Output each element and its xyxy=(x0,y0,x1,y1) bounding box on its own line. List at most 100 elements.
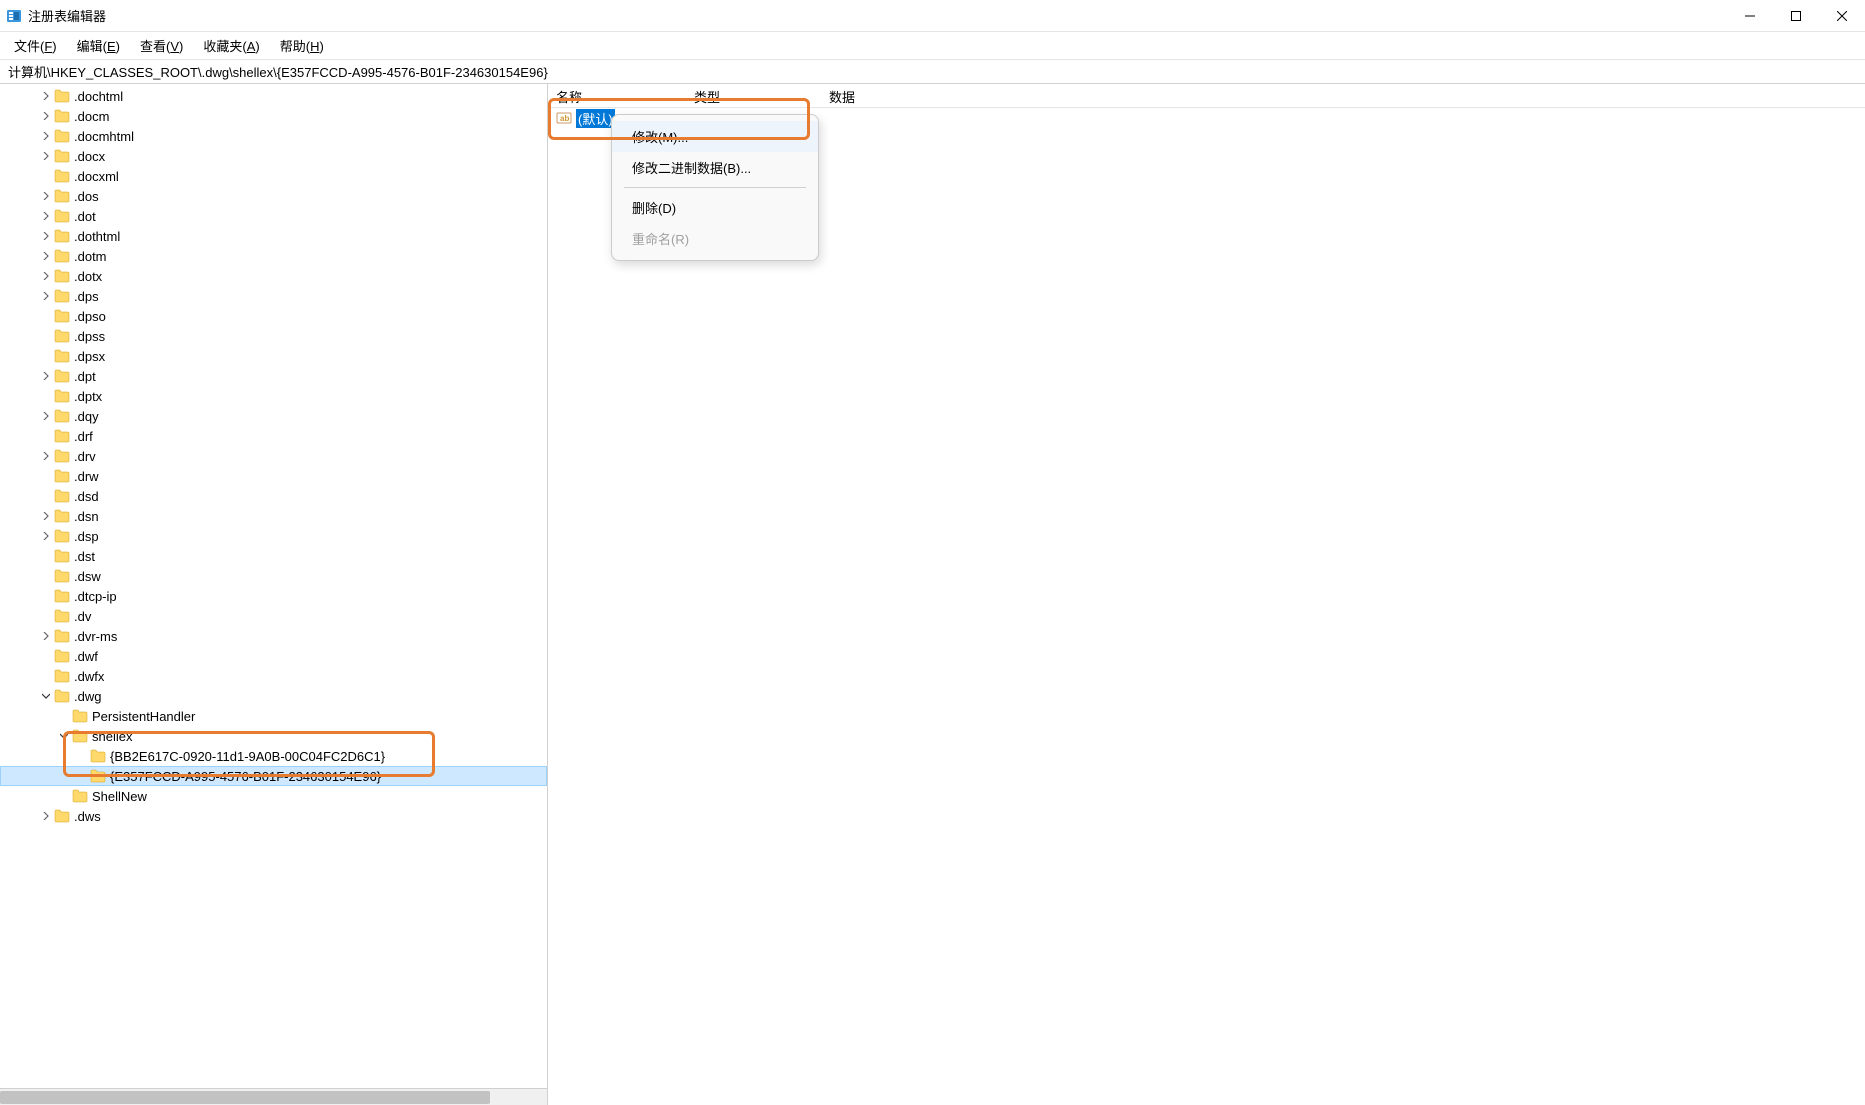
tree-node-dotx[interactable]: .dotx xyxy=(0,266,547,286)
tree-node-dotm[interactable]: .dotm xyxy=(0,246,547,266)
tree-node-docxml[interactable]: .docxml xyxy=(0,166,547,186)
folder-icon xyxy=(54,609,70,623)
folder-icon xyxy=(72,789,88,803)
tree-node-dqy[interactable]: .dqy xyxy=(0,406,547,426)
chevron-right-icon[interactable] xyxy=(38,368,54,384)
tree-node-dsp[interactable]: .dsp xyxy=(0,526,547,546)
values-header: 名称 类型 数据 xyxy=(548,84,1865,108)
chevron-right-icon[interactable] xyxy=(38,128,54,144)
maximize-button[interactable] xyxy=(1773,0,1819,32)
tree-label: .dqy xyxy=(74,409,99,424)
chevron-right-icon[interactable] xyxy=(38,148,54,164)
folder-icon xyxy=(54,289,70,303)
chevron-right-icon[interactable] xyxy=(38,808,54,824)
tree-node-dochtml[interactable]: .dochtml xyxy=(0,86,547,106)
tree-node-shellex[interactable]: shellex xyxy=(0,726,547,746)
chevron-right-icon[interactable] xyxy=(38,248,54,264)
tree-node-dwg[interactable]: .dwg xyxy=(0,686,547,706)
ctx-modify-binary[interactable]: 修改二进制数据(B)... xyxy=(612,152,818,183)
tree-horizontal-scrollbar[interactable] xyxy=(0,1088,547,1105)
tree-label: ShellNew xyxy=(92,789,147,804)
tree-node-dsd[interactable]: .dsd xyxy=(0,486,547,506)
tree-label: .dwg xyxy=(74,689,101,704)
folder-icon xyxy=(54,109,70,123)
menu-view[interactable]: 查看(V) xyxy=(130,32,193,59)
menu-edit[interactable]: 编辑(E) xyxy=(67,32,130,59)
tree-node-dpsx[interactable]: .dpsx xyxy=(0,346,547,366)
window-controls xyxy=(1727,0,1865,32)
chevron-right-icon[interactable] xyxy=(38,188,54,204)
tree-node-dtcpip[interactable]: .dtcp-ip xyxy=(0,586,547,606)
chevron-right-icon[interactable] xyxy=(38,448,54,464)
tree-node-dsn[interactable]: .dsn xyxy=(0,506,547,526)
chevron-right-icon[interactable] xyxy=(38,268,54,284)
registry-tree[interactable]: .dochtml.docm.docmhtml.docx.docxml.dos.d… xyxy=(0,84,547,828)
tree-node-dwf[interactable]: .dwf xyxy=(0,646,547,666)
tree-label: .dst xyxy=(74,549,95,564)
tree-node-dwfx[interactable]: .dwfx xyxy=(0,666,547,686)
tree-label: {BB2E617C-0920-11d1-9A0B-00C04FC2D6C1} xyxy=(110,749,385,764)
tree-node-dpt[interactable]: .dpt xyxy=(0,366,547,386)
tree-node-dvrms[interactable]: .dvr-ms xyxy=(0,626,547,646)
folder-icon xyxy=(54,489,70,503)
tree-node-dot[interactable]: .dot xyxy=(0,206,547,226)
tree-node-ShellNew[interactable]: ShellNew xyxy=(0,786,547,806)
window-title: 注册表编辑器 xyxy=(28,6,106,25)
folder-icon xyxy=(54,629,70,643)
chevron-right-icon[interactable] xyxy=(38,508,54,524)
tree-node-dv[interactable]: .dv xyxy=(0,606,547,626)
tree-node-dst[interactable]: .dst xyxy=(0,546,547,566)
folder-icon xyxy=(54,409,70,423)
chevron-down-icon[interactable] xyxy=(56,728,72,744)
value-name: (默认) xyxy=(576,109,615,128)
tree-node-dpss[interactable]: .dpss xyxy=(0,326,547,346)
svg-text:ab: ab xyxy=(560,114,569,123)
minimize-button[interactable] xyxy=(1727,0,1773,32)
tree-node-E357FCCDA9954576B01F234630154E96[interactable]: {E357FCCD-A995-4576-B01F-234630154E96} xyxy=(0,766,547,786)
tree-node-dptx[interactable]: .dptx xyxy=(0,386,547,406)
tree-node-drw[interactable]: .drw xyxy=(0,466,547,486)
string-value-icon: ab xyxy=(556,110,572,126)
chevron-right-icon[interactable] xyxy=(38,288,54,304)
tree-node-drv[interactable]: .drv xyxy=(0,446,547,466)
tree-label: .dothtml xyxy=(74,229,120,244)
scrollbar-thumb[interactable] xyxy=(0,1091,490,1104)
chevron-right-icon[interactable] xyxy=(38,528,54,544)
tree-node-drf[interactable]: .drf xyxy=(0,426,547,446)
folder-icon xyxy=(54,269,70,283)
folder-icon xyxy=(54,229,70,243)
chevron-right-icon[interactable] xyxy=(38,108,54,124)
folder-icon xyxy=(54,689,70,703)
chevron-down-icon[interactable] xyxy=(38,688,54,704)
chevron-right-icon[interactable] xyxy=(38,628,54,644)
menu-favorites[interactable]: 收藏夹(A) xyxy=(193,32,269,59)
tree-node-dps[interactable]: .dps xyxy=(0,286,547,306)
chevron-right-icon[interactable] xyxy=(38,208,54,224)
tree-node-dos[interactable]: .dos xyxy=(0,186,547,206)
tree-node-docx[interactable]: .docx xyxy=(0,146,547,166)
column-name[interactable]: 名称 xyxy=(548,84,686,107)
chevron-right-icon[interactable] xyxy=(38,408,54,424)
tree-node-dsw[interactable]: .dsw xyxy=(0,566,547,586)
tree-node-BB2E617C092011d19A0B00C04FC2D6C1[interactable]: {BB2E617C-0920-11d1-9A0B-00C04FC2D6C1} xyxy=(0,746,547,766)
chevron-right-icon[interactable] xyxy=(38,228,54,244)
menu-file[interactable]: 文件(F) xyxy=(4,32,67,59)
tree-node-docm[interactable]: .docm xyxy=(0,106,547,126)
chevron-right-icon[interactable] xyxy=(38,88,54,104)
tree-node-docmhtml[interactable]: .docmhtml xyxy=(0,126,547,146)
close-button[interactable] xyxy=(1819,0,1865,32)
menu-help[interactable]: 帮助(H) xyxy=(270,32,334,59)
column-type[interactable]: 类型 xyxy=(686,84,821,107)
column-data[interactable]: 数据 xyxy=(821,84,1865,107)
ctx-modify[interactable]: 修改(M)... xyxy=(612,121,818,152)
folder-icon xyxy=(54,149,70,163)
tree-node-dws[interactable]: .dws xyxy=(0,806,547,826)
folder-icon xyxy=(54,569,70,583)
tree-node-PersistentHandler[interactable]: PersistentHandler xyxy=(0,706,547,726)
folder-icon xyxy=(90,769,106,783)
tree-node-dothtml[interactable]: .dothtml xyxy=(0,226,547,246)
address-bar[interactable]: 计算机\HKEY_CLASSES_ROOT\.dwg\shellex\{E357… xyxy=(0,60,1865,84)
tree-node-dpso[interactable]: .dpso xyxy=(0,306,547,326)
ctx-delete[interactable]: 删除(D) xyxy=(612,192,818,223)
folder-icon xyxy=(54,389,70,403)
